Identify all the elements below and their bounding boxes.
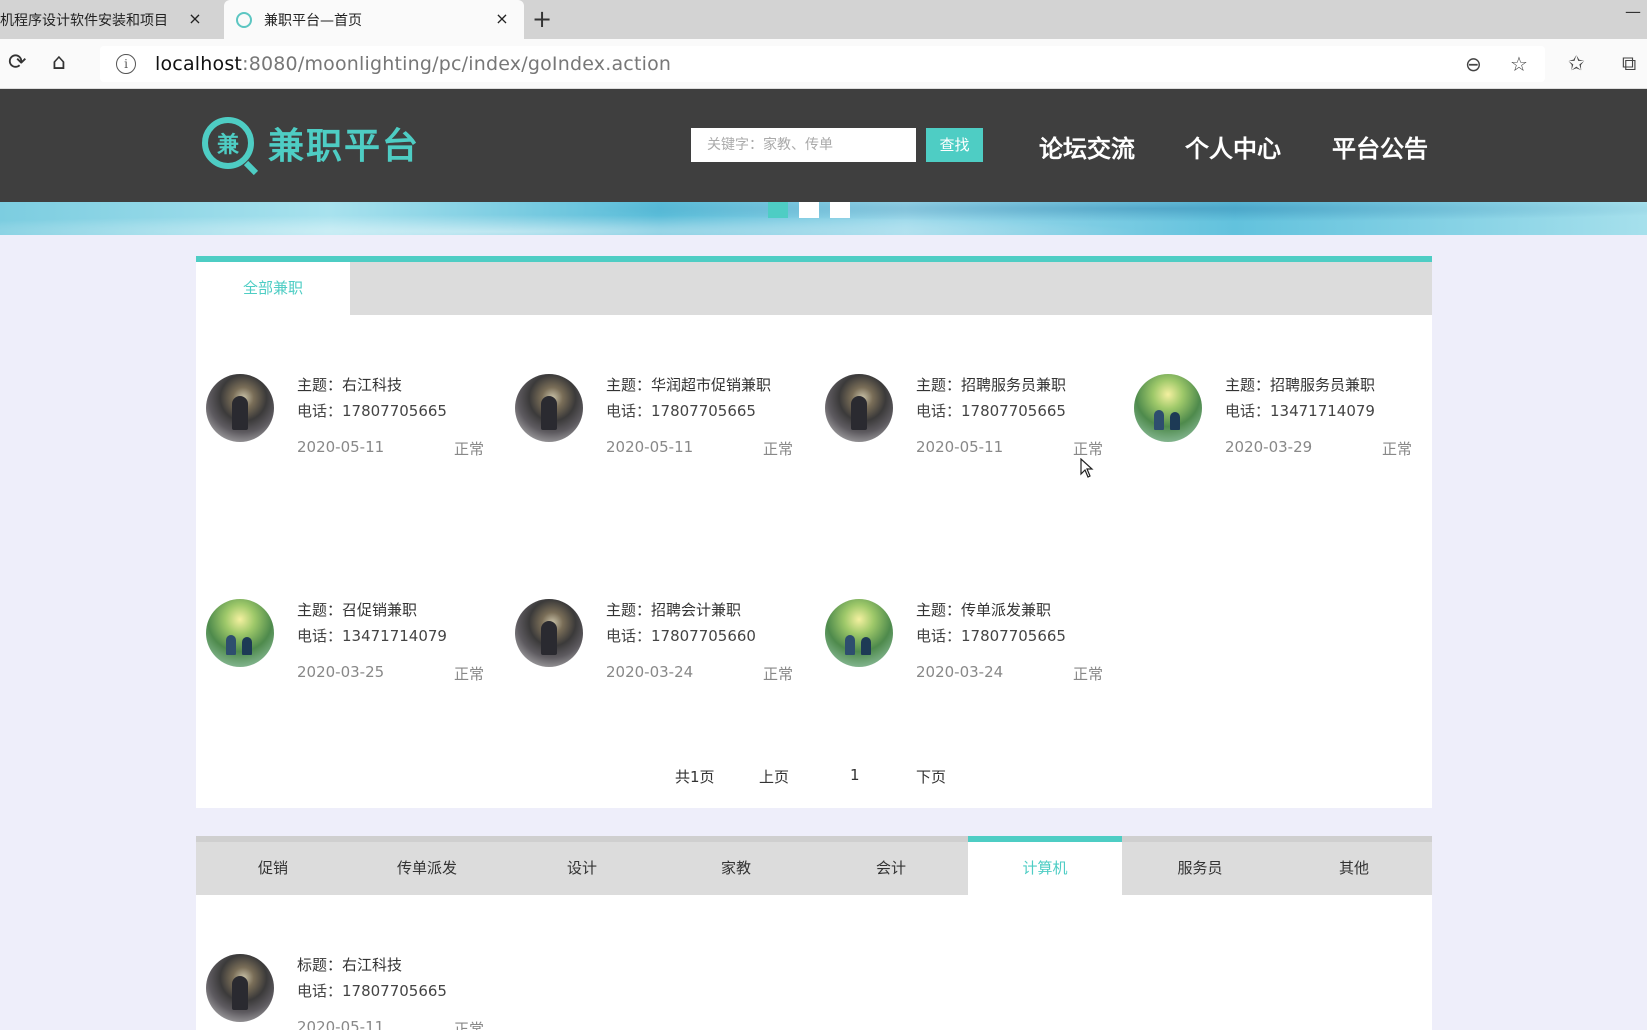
avatar — [515, 374, 583, 442]
job-subject: 主题：招聘会计兼职 — [606, 601, 742, 619]
search-input[interactable] — [691, 128, 916, 162]
logo-search-icon: 兼 — [202, 117, 254, 169]
url-text: localhost:8080/moonlighting/pc/index/goI… — [155, 53, 672, 75]
jobs-tab-strip: 全部兼职 — [196, 262, 1432, 315]
job-card[interactable]: 主题：右江科技 电话：17807705665 2020-05-11 正常 — [196, 364, 486, 458]
item-phone: 电话：17807705665 — [297, 982, 447, 1000]
tab-design[interactable]: 设计 — [505, 842, 659, 895]
job-subject: 主题：召促销兼职 — [297, 601, 418, 619]
tab-all-jobs[interactable]: 全部兼职 — [196, 262, 350, 315]
pager-page-1[interactable]: 1 — [850, 766, 860, 784]
job-phone: 电话：13471714079 — [1225, 402, 1375, 420]
collections-icon[interactable]: ⧉ — [1622, 51, 1636, 75]
job-phone: 电话：17807705665 — [916, 627, 1066, 645]
item-status: 正常 — [454, 1020, 485, 1030]
close-tab-icon[interactable]: × — [185, 8, 205, 30]
tab-flyer[interactable]: 传单派发 — [350, 842, 504, 895]
pager-prev[interactable]: 上页 — [759, 766, 789, 787]
job-status: 正常 — [1073, 440, 1104, 458]
avatar — [1134, 374, 1202, 442]
close-tab-icon[interactable]: × — [492, 8, 512, 30]
logo-text: 兼职平台 — [268, 126, 421, 167]
avatar — [825, 374, 893, 442]
reload-icon[interactable]: ⟳ — [8, 51, 26, 75]
job-phone: 电话：13471714079 — [297, 627, 447, 645]
site-header: 兼 兼职平台 查找 论坛交流 个人中心 平台公告 — [0, 89, 1647, 202]
zoom-icon[interactable]: ⊖ — [1465, 52, 1482, 76]
job-card[interactable]: 主题：召促销兼职 电话：13471714079 2020-03-25 正常 — [196, 589, 486, 683]
job-phone: 电话：17807705665 — [606, 402, 756, 420]
pager-next[interactable]: 下页 — [916, 766, 946, 787]
tab-other[interactable]: 其他 — [1277, 842, 1431, 895]
job-date: 2020-03-25 — [297, 663, 385, 681]
nav-announcements[interactable]: 平台公告 — [1332, 129, 1428, 164]
search-button[interactable]: 查找 — [926, 128, 983, 162]
nav-personal-center[interactable]: 个人中心 — [1185, 129, 1281, 164]
favorites-icon[interactable]: ✩ — [1568, 51, 1585, 75]
category-tab-strip: 促销 传单派发 设计 家教 会计 计算机 服务员 其他 — [196, 836, 1432, 895]
site-favicon-icon — [236, 11, 252, 28]
browser-tab-2[interactable]: 兼职平台—首页 × — [224, 0, 524, 39]
all-jobs-panel: 全部兼职 主题：右江科技 电话：17807705665 2020-05-11 正… — [196, 256, 1432, 808]
browser-tab-1[interactable]: 机程序设计软件安装和项目 × — [0, 0, 210, 39]
job-status: 正常 — [1382, 440, 1413, 458]
job-status: 正常 — [763, 665, 794, 683]
mouse-cursor-icon — [1080, 458, 1094, 478]
site-logo[interactable]: 兼 兼职平台 — [202, 117, 420, 169]
new-tab-button[interactable]: + — [532, 6, 552, 32]
tab-waiter[interactable]: 服务员 — [1123, 842, 1277, 895]
tab-promotion[interactable]: 促销 — [196, 842, 350, 895]
job-date: 2020-05-11 — [916, 438, 1004, 456]
job-date: 2020-05-11 — [606, 438, 694, 456]
carousel-dot-3[interactable] — [830, 202, 850, 218]
site-info-icon[interactable]: i — [116, 54, 136, 74]
avatar — [825, 599, 893, 667]
job-card[interactable]: 主题：华润超市促销兼职 电话：17807705665 2020-05-11 正常 — [505, 364, 795, 458]
job-subject: 主题：招聘服务员兼职 — [916, 376, 1067, 394]
job-phone: 电话：17807705660 — [606, 627, 756, 645]
job-card[interactable]: 主题：招聘服务员兼职 电话：13471714079 2020-03-29 正常 — [1124, 364, 1414, 458]
item-date: 2020-05-11 — [297, 1018, 385, 1030]
home-icon[interactable]: ⌂ — [52, 51, 66, 75]
carousel-dot-1[interactable] — [768, 202, 788, 218]
browser-tab-bar: 机程序设计软件安装和项目 × 兼职平台—首页 × + — — [0, 0, 1647, 39]
job-status: 正常 — [763, 440, 794, 458]
tab-computer[interactable]: 计算机 — [968, 836, 1122, 895]
avatar — [206, 954, 274, 1022]
job-subject: 主题：右江科技 — [297, 376, 403, 394]
job-date: 2020-03-24 — [606, 663, 694, 681]
job-subject: 主题：传单派发兼职 — [916, 601, 1052, 619]
add-favorite-icon[interactable]: ☆ — [1510, 52, 1528, 76]
category-panel: 促销 传单派发 设计 家教 会计 计算机 服务员 其他 标题：右江科技 电话：1… — [196, 836, 1432, 1030]
category-item-card[interactable]: 标题：右江科技 电话：17807705665 2020-05-11 正常 — [196, 944, 486, 1030]
pager-total: 共1页 — [675, 768, 715, 786]
tab-title: 兼职平台—首页 — [264, 12, 362, 29]
job-date: 2020-05-11 — [297, 438, 385, 456]
job-subject: 主题：招聘服务员兼职 — [1225, 376, 1376, 394]
job-status: 正常 — [454, 665, 485, 683]
job-card[interactable]: 主题：招聘会计兼职 电话：17807705660 2020-03-24 正常 — [505, 589, 795, 683]
tab-title: 机程序设计软件安装和项目 — [0, 12, 168, 29]
item-title: 标题：右江科技 — [297, 956, 403, 974]
tab-tutoring[interactable]: 家教 — [659, 842, 813, 895]
job-card[interactable]: 主题：招聘服务员兼职 电话：17807705665 2020-05-11 正常 — [815, 364, 1105, 458]
url-field[interactable]: i localhost:8080/moonlighting/pc/index/g… — [100, 46, 1545, 82]
job-date: 2020-03-29 — [1225, 438, 1313, 456]
avatar — [206, 374, 274, 442]
banner-image — [0, 202, 1647, 235]
tab-accounting[interactable]: 会计 — [814, 842, 968, 895]
carousel-dot-2[interactable] — [799, 202, 819, 218]
job-status: 正常 — [1073, 665, 1104, 683]
avatar — [515, 599, 583, 667]
avatar — [206, 599, 274, 667]
job-card[interactable]: 主题：传单派发兼职 电话：17807705665 2020-03-24 正常 — [815, 589, 1105, 683]
nav-forum[interactable]: 论坛交流 — [1039, 129, 1135, 164]
job-phone: 电话：17807705665 — [297, 402, 447, 420]
minimize-button[interactable]: — — [1625, 2, 1641, 21]
job-date: 2020-03-24 — [916, 663, 1004, 681]
job-subject: 主题：华润超市促销兼职 — [606, 376, 772, 394]
job-status: 正常 — [454, 440, 485, 458]
job-phone: 电话：17807705665 — [916, 402, 1066, 420]
browser-address-bar: ⟳ ⌂ i localhost:8080/moonlighting/pc/ind… — [0, 39, 1647, 89]
